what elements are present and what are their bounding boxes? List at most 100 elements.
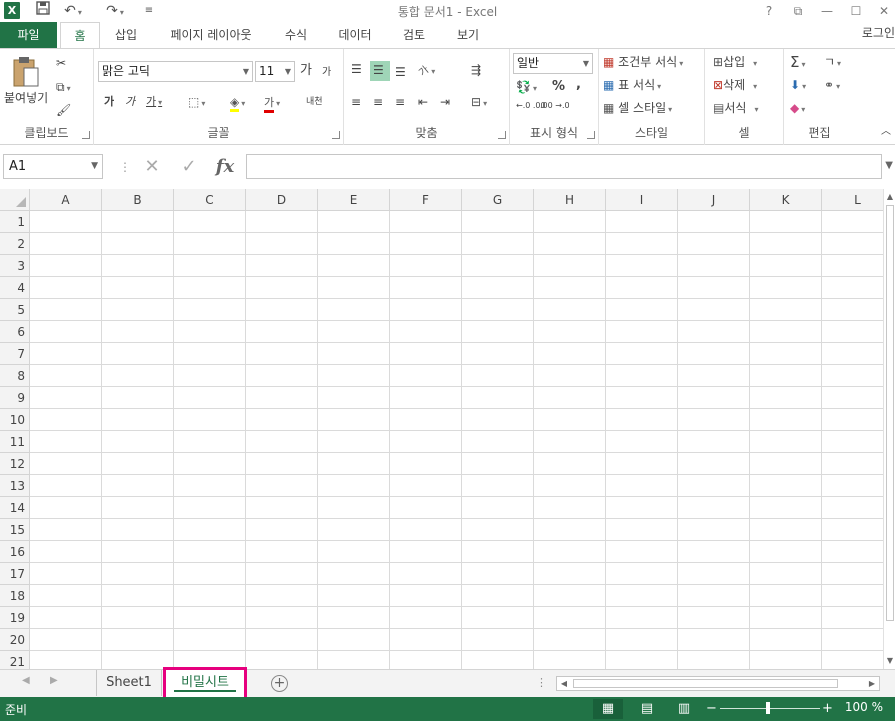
align-top-icon[interactable]: ☰ (351, 60, 362, 78)
select-all-button[interactable] (0, 189, 30, 211)
row-header[interactable]: 11 (0, 431, 30, 453)
accounting-button[interactable]: 💱 ▾ (516, 78, 537, 98)
align-center-icon[interactable]: ≡ (373, 93, 383, 111)
page-break-view-icon[interactable]: ▥ (669, 699, 699, 719)
column-header[interactable]: D (246, 189, 318, 211)
orientation-button[interactable]: 가▾ (417, 61, 435, 81)
paste-button[interactable]: 붙여넣기 (4, 55, 48, 119)
cell-styles-button[interactable]: ▦ 셀 스타일 ▾ (603, 99, 672, 119)
more-options-icon[interactable]: ⋮ (112, 155, 138, 179)
conditional-format-button[interactable]: ▦ 조건부 서식 ▾ (603, 53, 683, 73)
phonetic-button[interactable]: 내천 (306, 93, 323, 111)
minimize-button[interactable]: — (815, 1, 839, 21)
comma-button[interactable]: , (576, 76, 581, 94)
column-header[interactable]: G (462, 189, 534, 211)
scroll-left-icon[interactable]: ◀ (557, 677, 571, 690)
row-header[interactable]: 3 (0, 255, 30, 277)
fill-button[interactable]: ⬇ ▾ (790, 76, 806, 96)
column-header[interactable]: H (534, 189, 606, 211)
horizontal-scrollbar[interactable]: ◀ ▶ (556, 676, 880, 691)
align-bottom-icon[interactable]: ☰ (395, 63, 406, 81)
row-header[interactable]: 5 (0, 299, 30, 321)
column-header[interactable]: I (606, 189, 678, 211)
collapse-ribbon-icon[interactable]: ︿ (881, 123, 891, 141)
tab-home[interactable]: 홈 (60, 22, 100, 49)
clipboard-launcher-icon[interactable] (82, 131, 90, 139)
maximize-button[interactable]: ☐ (844, 1, 868, 21)
row-header[interactable]: 16 (0, 541, 30, 563)
border-button[interactable]: ⬚ ▾ (188, 93, 205, 113)
add-sheet-button[interactable]: + (271, 675, 288, 692)
clear-button[interactable]: ◆ ▾ (790, 99, 805, 119)
bold-button[interactable]: 가 (104, 93, 114, 111)
tab-view[interactable]: 보기 (446, 22, 490, 48)
row-header[interactable]: 12 (0, 453, 30, 475)
column-header[interactable]: B (102, 189, 174, 211)
zoom-level[interactable]: 100 % (845, 700, 883, 714)
formula-input[interactable] (246, 154, 882, 179)
format-as-table-button[interactable]: ▦ 표 서식 ▾ (603, 76, 661, 96)
column-header[interactable]: J (678, 189, 750, 211)
tab-split-handle[interactable]: ⋮ (536, 676, 547, 689)
decrease-indent-icon[interactable]: ⇤ (418, 93, 428, 111)
row-header[interactable]: 1 (0, 211, 30, 233)
row-header[interactable]: 10 (0, 409, 30, 431)
column-header[interactable]: A (30, 189, 102, 211)
zoom-in-button[interactable]: + (822, 699, 833, 719)
increase-indent-icon[interactable]: ⇥ (440, 93, 450, 111)
row-header[interactable]: 14 (0, 497, 30, 519)
row-header[interactable]: 2 (0, 233, 30, 255)
confirm-entry-icon[interactable]: ✓ (176, 155, 202, 179)
copy-icon[interactable]: ⧉ ▾ (56, 78, 86, 98)
insert-cells-button[interactable]: ⊞삽입 ▾ (713, 53, 757, 73)
column-header[interactable]: K (750, 189, 822, 211)
prev-sheet-icon[interactable]: ◀ (22, 675, 30, 686)
horizontal-scroll-thumb[interactable] (573, 679, 838, 688)
row-header[interactable]: 21 (0, 651, 30, 669)
row-header[interactable]: 6 (0, 321, 30, 343)
row-header[interactable]: 13 (0, 475, 30, 497)
find-select-button[interactable]: ⚭ ▾ (824, 76, 840, 96)
zoom-out-button[interactable]: − (706, 699, 717, 719)
scroll-right-icon[interactable]: ▶ (865, 677, 879, 690)
column-header[interactable]: C (174, 189, 246, 211)
next-sheet-icon[interactable]: ▶ (50, 675, 58, 686)
vertical-scrollbar[interactable]: ▲ ▼ (883, 189, 895, 669)
help-button[interactable]: ? (757, 1, 781, 21)
row-header[interactable]: 8 (0, 365, 30, 387)
tab-file[interactable]: 파일 (0, 22, 57, 48)
row-header[interactable]: 7 (0, 343, 30, 365)
row-header[interactable]: 15 (0, 519, 30, 541)
shrink-font-button[interactable]: 가 (322, 64, 331, 82)
format-cells-button[interactable]: ▤서식 ▾ (713, 99, 758, 119)
alignment-launcher-icon[interactable] (498, 131, 506, 139)
scroll-up-icon[interactable]: ▲ (884, 190, 895, 204)
tab-data[interactable]: 데이터 (329, 22, 381, 48)
sort-filter-button[interactable]: ㄱ ▾ (824, 53, 841, 73)
wrap-text-icon[interactable]: ⇶ (471, 61, 481, 79)
sheet-tab-secret[interactable]: 비밀시트 (163, 667, 247, 700)
insert-function-icon[interactable]: fx (212, 155, 238, 179)
ribbon-display-button[interactable]: ⧉ (786, 1, 810, 21)
font-launcher-icon[interactable] (332, 131, 340, 139)
column-header[interactable]: L (822, 189, 883, 211)
italic-button[interactable]: 가 (125, 93, 135, 111)
format-painter-icon[interactable]: 🖌 (56, 101, 76, 119)
font-size-combo[interactable]: 11 ▼ (255, 61, 295, 82)
name-box[interactable]: A1 ▼ (3, 154, 103, 179)
vertical-scroll-thumb[interactable] (886, 205, 894, 621)
merge-center-button[interactable]: ⊟ ▾ (471, 93, 487, 113)
row-header[interactable]: 17 (0, 563, 30, 585)
grow-font-button[interactable]: 가 (300, 62, 312, 80)
cell-area[interactable] (30, 211, 883, 669)
zoom-slider-handle[interactable] (766, 702, 770, 714)
row-header[interactable]: 4 (0, 277, 30, 299)
font-color-button[interactable]: 가 ▾ (264, 93, 280, 113)
delete-cells-button[interactable]: ⊠삭제 ▾ (713, 76, 757, 96)
page-layout-view-icon[interactable]: ▤ (632, 699, 662, 719)
tab-insert[interactable]: 삽입 (104, 22, 148, 48)
decrease-decimal-button[interactable]: .00 →.0 (540, 101, 570, 110)
number-format-combo[interactable]: 일반 ▼ (513, 53, 593, 74)
cancel-entry-icon[interactable]: ✕ (139, 155, 165, 179)
zoom-slider[interactable] (720, 708, 820, 709)
